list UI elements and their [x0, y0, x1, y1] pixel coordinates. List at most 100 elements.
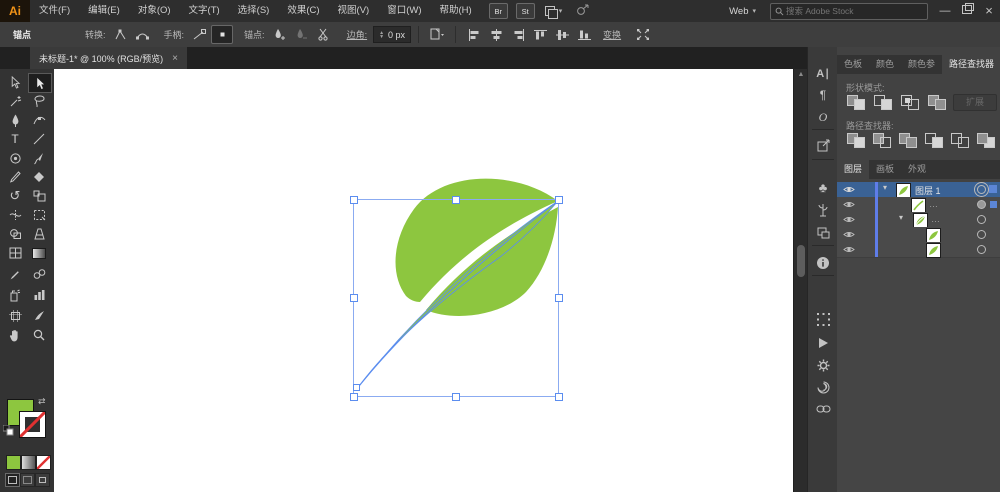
document-tab[interactable]: 未标题-1* @ 100% (RGB/预览) × — [30, 47, 188, 69]
gradient-tool[interactable] — [28, 244, 50, 262]
crop-button[interactable] — [925, 133, 943, 148]
bbox-handle-n[interactable] — [452, 196, 460, 204]
hide-handles-icon[interactable] — [211, 25, 234, 44]
close-button[interactable]: × — [978, 0, 1000, 22]
gradient-mode-button[interactable] — [21, 455, 36, 470]
workspace-switcher[interactable]: Web — [729, 6, 748, 17]
visibility-eye-icon[interactable] — [843, 245, 855, 256]
menu-type[interactable]: 文字(T) — [180, 0, 229, 22]
share-icon[interactable] — [576, 4, 589, 18]
slice-tool[interactable] — [28, 307, 50, 325]
graphic-styles-panel-icon[interactable] — [808, 200, 838, 220]
draw-normal-button[interactable] — [5, 473, 20, 487]
convert-to-corner-icon[interactable] — [111, 26, 131, 43]
show-handles-icon[interactable] — [189, 26, 209, 43]
character-panel-icon[interactable]: A∣ — [808, 63, 838, 83]
cut-path-icon[interactable] — [314, 26, 334, 43]
selection-indicator[interactable] — [989, 185, 997, 193]
corner-label[interactable]: 边角: — [347, 28, 368, 41]
convert-to-smooth-icon[interactable] — [133, 26, 153, 43]
bbox-handle-s[interactable] — [452, 393, 460, 401]
cc-libraries-panel-icon[interactable] — [808, 377, 838, 397]
width-tool[interactable] — [4, 206, 26, 224]
scrollbar-thumb[interactable] — [797, 245, 805, 277]
add-anchor-icon[interactable] — [270, 26, 290, 43]
symbol-sprayer-tool[interactable] — [4, 286, 26, 304]
bridge-icon[interactable]: Br — [488, 3, 508, 19]
links-panel-icon[interactable] — [808, 399, 838, 419]
minus-back-button[interactable] — [977, 133, 995, 148]
group-thumbnail[interactable] — [913, 213, 928, 228]
target-circle[interactable] — [977, 185, 986, 194]
shape-builder-tool[interactable] — [4, 225, 26, 243]
path-thumbnail[interactable] — [926, 243, 941, 258]
draw-inside-button[interactable] — [35, 473, 50, 487]
visibility-eye-icon[interactable] — [843, 200, 855, 211]
trim-button[interactable] — [873, 133, 891, 148]
leaf-artwork[interactable] — [54, 69, 793, 492]
tab-layers[interactable]: 图层 — [837, 160, 870, 179]
unite-button[interactable] — [847, 95, 865, 110]
magic-wand-tool[interactable] — [4, 92, 26, 110]
layer-row-5[interactable] — [837, 242, 1000, 258]
direct-selection-tool[interactable] — [4, 73, 26, 91]
mesh-tool[interactable] — [4, 244, 26, 262]
perspective-grid-tool[interactable] — [28, 225, 50, 243]
path-thumbnail[interactable] — [926, 228, 941, 243]
bbox-handle-se[interactable] — [555, 393, 563, 401]
menu-effect[interactable]: 效果(C) — [278, 0, 328, 22]
free-transform-tool[interactable] — [28, 206, 50, 224]
default-fill-stroke-icon[interactable] — [2, 424, 14, 438]
bbox-handle-ne[interactable] — [555, 196, 563, 204]
align-right-icon[interactable] — [508, 26, 528, 43]
target-circle[interactable] — [977, 230, 986, 239]
menu-window[interactable]: 窗口(W) — [378, 0, 430, 22]
app-logo-icon[interactable]: Ai — [0, 0, 30, 22]
bbox-handle-w[interactable] — [350, 294, 358, 302]
merge-button[interactable] — [899, 133, 917, 148]
tab-close-icon[interactable]: × — [172, 53, 178, 64]
minimize-button[interactable]: — — [934, 0, 956, 22]
menu-view[interactable]: 视图(V) — [329, 0, 379, 22]
align-bottom-icon[interactable] — [574, 26, 594, 43]
line-segment-tool[interactable] — [28, 130, 50, 148]
eyedropper-tool[interactable] — [4, 265, 26, 283]
none-mode-button[interactable] — [36, 455, 51, 470]
canvas-vertical-scrollbar[interactable]: ▲ — [793, 69, 808, 492]
layer-name[interactable]: 图层 1 — [915, 184, 941, 197]
tab-pathfinder[interactable]: 路径查找器 — [942, 55, 1000, 74]
lasso-tool[interactable] — [28, 92, 50, 110]
zoom-tool[interactable] — [28, 326, 50, 344]
target-circle[interactable] — [977, 245, 986, 254]
transform-label[interactable]: 变换 — [603, 28, 621, 41]
search-box[interactable] — [770, 2, 928, 20]
blend-tool[interactable] — [28, 265, 50, 283]
target-circle[interactable] — [977, 200, 986, 209]
expand-chevron-icon[interactable]: ▾ — [899, 213, 903, 222]
menu-file[interactable]: 文件(F) — [30, 0, 79, 22]
bbox-handle-sw[interactable] — [350, 393, 358, 401]
layer-thumbnail[interactable] — [896, 183, 911, 198]
info-panel-icon[interactable] — [808, 253, 838, 273]
menu-edit[interactable]: 编辑(E) — [79, 0, 129, 22]
menu-select[interactable]: 选择(S) — [229, 0, 279, 22]
hand-tool[interactable] — [4, 326, 26, 344]
artboards-panel-icon[interactable] — [808, 223, 838, 243]
document-setup-icon[interactable] — [427, 26, 447, 43]
shape-tool[interactable] — [4, 149, 26, 167]
target-circle[interactable] — [977, 215, 986, 224]
corner-radius-value[interactable]: 0 px — [388, 30, 405, 40]
tab-swatches[interactable]: 色板 — [837, 55, 869, 74]
transform-panel-icon[interactable] — [808, 309, 838, 329]
visibility-eye-icon[interactable] — [843, 215, 855, 226]
opentype-panel-icon[interactable]: O — [808, 107, 838, 127]
tab-artboards[interactable]: 画板 — [869, 160, 901, 179]
asset-export-panel-icon[interactable] — [808, 355, 838, 375]
artboard-tool[interactable] — [4, 307, 26, 325]
remove-anchor-icon[interactable] — [292, 26, 312, 43]
color-mode-button[interactable] — [6, 455, 21, 470]
curvature-tool[interactable] — [28, 111, 50, 129]
divide-button[interactable] — [847, 133, 865, 148]
pen-tool[interactable] — [4, 111, 26, 129]
stock-icon[interactable]: St — [515, 3, 535, 19]
